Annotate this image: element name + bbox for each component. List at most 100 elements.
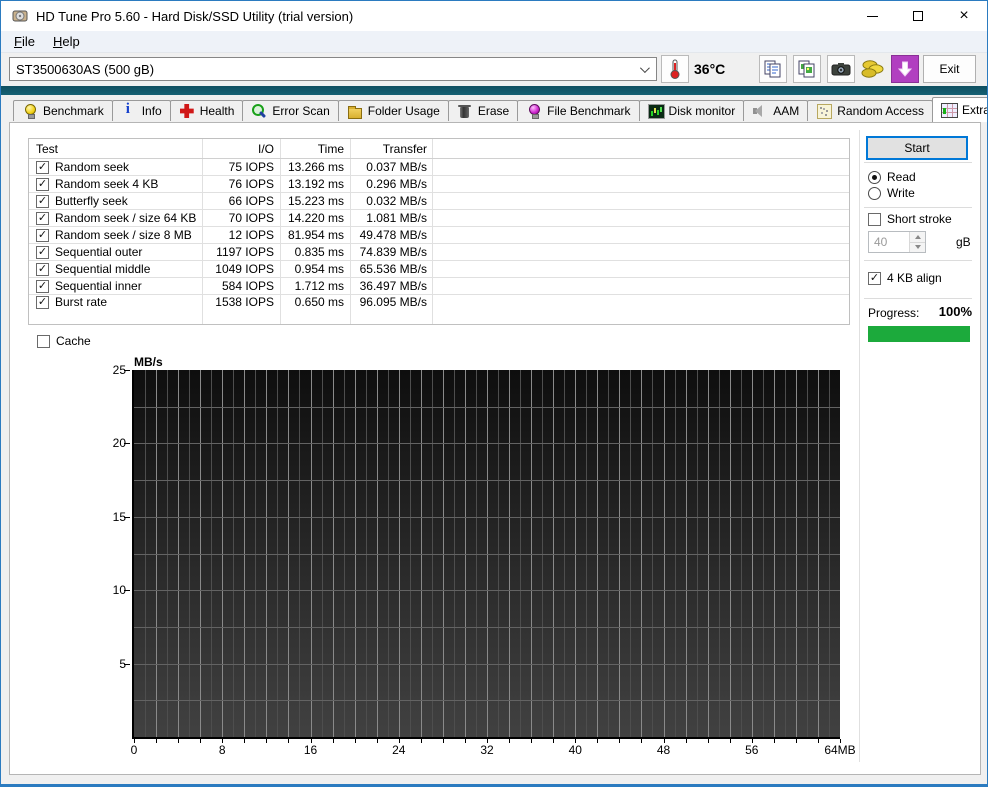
x-tick-label: 8 [204, 743, 240, 757]
tab-disk-monitor[interactable]: Disk monitor [639, 100, 745, 121]
table-row: ✓Random seek / size 8 MB12 IOPS81.954 ms… [29, 227, 849, 244]
titlebar: HD Tune Pro 5.60 - Hard Disk/SSD Utility… [1, 1, 987, 31]
x-tick-mark [752, 739, 753, 743]
test-name: Random seek 4 KB [55, 177, 158, 191]
x-tick-mark [641, 739, 642, 743]
minimize-button[interactable] [849, 1, 895, 31]
table-row: ✓Random seek / size 64 KB70 IOPS14.220 m… [29, 210, 849, 227]
tabbar: Benchmark Info Health Error Scan Folder … [1, 95, 987, 121]
test-checkbox[interactable]: ✓ [36, 212, 49, 225]
test-io: 1197 IOPS [203, 244, 281, 260]
write-option: Write [868, 186, 915, 200]
x-tick-mark [686, 739, 687, 743]
x-tick-mark [156, 739, 157, 743]
vertical-separator [859, 130, 860, 762]
x-tick-mark [840, 739, 841, 743]
gridline-h [134, 517, 840, 518]
cache-label: Cache [56, 334, 91, 348]
test-name: Sequential inner [55, 279, 142, 293]
gridline-h [134, 664, 840, 665]
table-row: ✓Sequential middle1049 IOPS0.954 ms65.53… [29, 261, 849, 278]
align-checkbox-box[interactable]: ✓ [868, 272, 881, 285]
test-checkbox[interactable]: ✓ [36, 229, 49, 242]
test-time: 81.954 ms [281, 227, 351, 243]
tab-erase[interactable]: Erase [448, 100, 518, 121]
progress-bar-fill [868, 326, 970, 342]
test-checkbox[interactable]: ✓ [36, 280, 49, 293]
test-transfer: 65.536 MB/s [351, 261, 433, 277]
camera-icon [831, 61, 851, 77]
app-window: HD Tune Pro 5.60 - Hard Disk/SSD Utility… [0, 0, 988, 787]
test-checkbox[interactable]: ✓ [36, 178, 49, 191]
x-tick-mark [399, 739, 400, 743]
x-tick-mark [619, 739, 620, 743]
x-tick-mark [355, 739, 356, 743]
info-icon [121, 104, 137, 118]
stepper-up-button[interactable] [910, 232, 925, 242]
magnifier-icon [251, 104, 267, 118]
purple-lightbulb-icon [526, 104, 542, 118]
tab-random-access[interactable]: Random Access [807, 100, 933, 121]
tab-extra-tests[interactable]: Extra tests [932, 97, 988, 122]
menu-help[interactable]: Help [44, 32, 89, 51]
temperature-button[interactable] [661, 55, 689, 83]
test-name: Butterfly seek [55, 194, 128, 208]
test-io: 12 IOPS [203, 227, 281, 243]
copy-text-button[interactable] [759, 55, 787, 83]
device-select[interactable]: ST3500630AS (500 gB) [9, 57, 657, 81]
x-tick-mark [266, 739, 267, 743]
menu-file[interactable]: File [5, 32, 44, 51]
x-tick-mark [421, 739, 422, 743]
copy-image-button[interactable] [793, 55, 821, 83]
table-row: ✓Sequential inner584 IOPS1.712 ms36.497 … [29, 278, 849, 295]
toolbar: ST3500630AS (500 gB) 36°C Exit [1, 53, 987, 86]
test-io: 75 IOPS [203, 159, 281, 175]
tab-aam[interactable]: AAM [743, 100, 808, 121]
x-tick-mark [708, 739, 709, 743]
tab-folder-usage[interactable]: Folder Usage [338, 100, 449, 121]
gridline-h [134, 627, 840, 628]
register-button[interactable] [859, 55, 887, 83]
test-io: 584 IOPS [203, 278, 281, 294]
x-tick-mark [465, 739, 466, 743]
x-tick-label: 40 [557, 743, 593, 757]
y-axis-unit: MB/s [134, 355, 163, 369]
test-checkbox[interactable]: ✓ [36, 246, 49, 259]
start-button[interactable]: Start [866, 136, 968, 160]
test-checkbox[interactable]: ✓ [36, 263, 49, 276]
read-radio[interactable] [868, 171, 881, 184]
exit-button[interactable]: Exit [923, 55, 976, 83]
y-tick-mark [124, 590, 130, 591]
maximize-button[interactable] [895, 1, 941, 31]
stepper-down-button[interactable] [910, 242, 925, 253]
progress-value: 100% [926, 304, 972, 319]
cache-checkbox-box[interactable] [37, 335, 50, 348]
tab-error-scan[interactable]: Error Scan [242, 100, 338, 121]
x-tick-label: 32 [469, 743, 505, 757]
test-checkbox[interactable]: ✓ [36, 195, 49, 208]
test-transfer: 0.032 MB/s [351, 193, 433, 209]
tab-file-benchmark[interactable]: File Benchmark [517, 100, 639, 121]
test-checkbox[interactable]: ✓ [36, 161, 49, 174]
write-radio[interactable] [868, 187, 881, 200]
test-checkbox[interactable]: ✓ [36, 296, 49, 309]
chevron-down-icon [640, 63, 650, 73]
tab-health[interactable]: Health [170, 100, 244, 121]
screenshot-button[interactable] [827, 55, 855, 83]
save-results-button[interactable] [891, 55, 919, 83]
test-time: 0.650 ms [281, 295, 351, 310]
read-option: Read [868, 170, 916, 184]
x-tick-mark [134, 739, 135, 743]
x-tick-mark [553, 739, 554, 743]
separator-strip [1, 86, 987, 95]
tab-benchmark[interactable]: Benchmark [13, 100, 113, 121]
download-arrow-icon [898, 61, 912, 77]
close-button[interactable]: × [941, 1, 987, 31]
short-stroke-size-stepper[interactable]: 40 [868, 231, 926, 253]
x-tick-mark [796, 739, 797, 743]
test-io: 1049 IOPS [203, 261, 281, 277]
short-stroke-checkbox-box[interactable] [868, 213, 881, 226]
device-select-value: ST3500630AS (500 gB) [16, 62, 154, 77]
tab-info[interactable]: Info [112, 100, 171, 121]
copy-icon [763, 59, 783, 79]
